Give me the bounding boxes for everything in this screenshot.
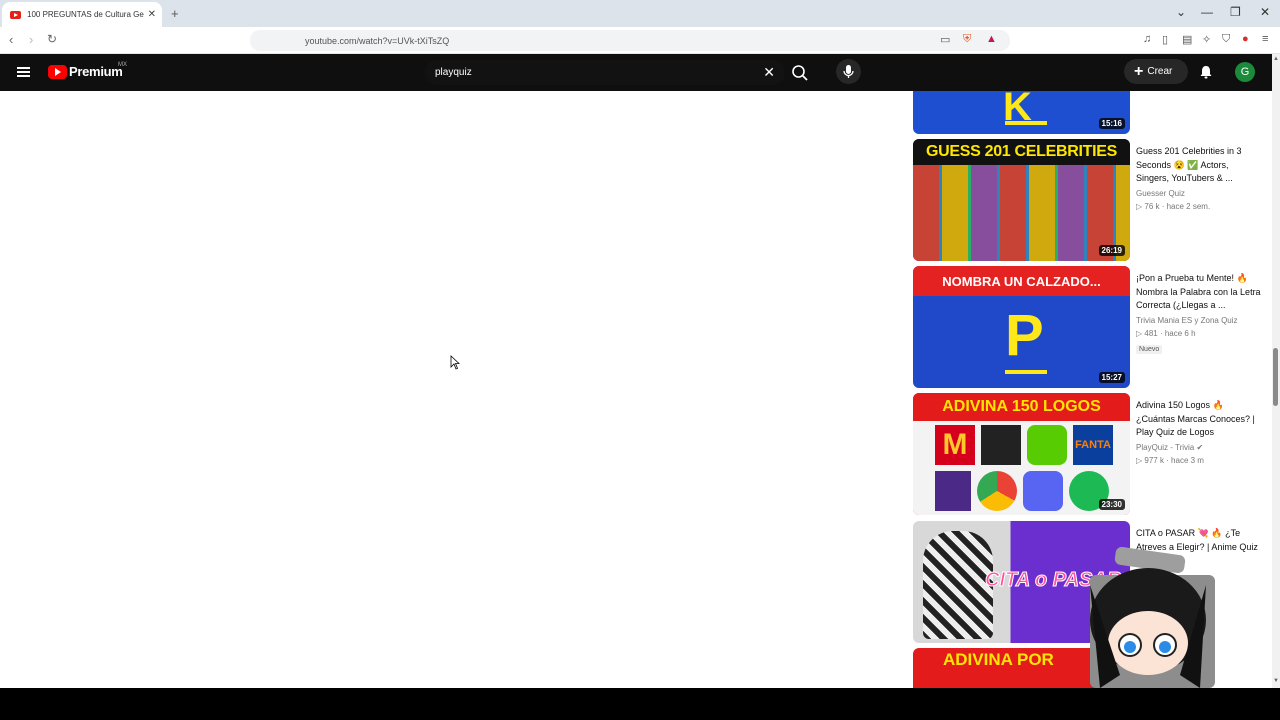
taskbar-strip bbox=[0, 688, 1280, 720]
forward-icon[interactable]: › bbox=[29, 32, 33, 47]
new-badge: Nuevo bbox=[1136, 344, 1163, 354]
new-tab-button[interactable]: + bbox=[171, 6, 179, 21]
video-title[interactable]: ¡Pon a Prueba tu Mente! 🔥 Nombra la Pala… bbox=[1136, 272, 1263, 313]
clear-search-icon[interactable]: ✕ bbox=[763, 64, 775, 81]
video-thumbnail[interactable]: GUESS 201 CELEBRITIES 26:19 bbox=[913, 139, 1130, 261]
browser-tab-bar: 100 PREGUNTAS de Cultura General ✕ + ⌄ —… bbox=[0, 0, 1280, 27]
back-icon[interactable]: ‹ bbox=[9, 32, 13, 47]
cast-icon[interactable]: ▭ bbox=[940, 33, 950, 46]
browser-toolbar: ‹ › ↻ 🔖 youtube.com/watch?v=UVk-tXiTsZQ … bbox=[0, 27, 1280, 54]
duolingo-logo-icon bbox=[1027, 425, 1067, 465]
search-input[interactable]: playquiz ✕ bbox=[425, 60, 785, 85]
chrome-logo-icon bbox=[977, 471, 1017, 511]
video-duration: 26:19 bbox=[1098, 245, 1125, 256]
wallet-icon[interactable]: ▤ bbox=[1182, 33, 1192, 46]
related-video-card[interactable]: NOMBRA UN CALZADO... P 15:27 ¡Pon a Prue… bbox=[913, 266, 1263, 388]
scrollbar-thumb[interactable] bbox=[1273, 348, 1278, 406]
tab-search-icon[interactable]: ⌄ bbox=[1176, 5, 1186, 19]
video-stats: ▷ 977 k · hace 3 m bbox=[1136, 455, 1204, 465]
related-video-card[interactable]: K 15:16 bbox=[913, 91, 1263, 134]
browser-tab[interactable]: 100 PREGUNTAS de Cultura General ✕ bbox=[2, 2, 162, 27]
plus-icon: + bbox=[1134, 62, 1144, 80]
extensions-icon[interactable]: ✧ bbox=[1202, 33, 1211, 46]
mcdonalds-logo-icon: M bbox=[935, 425, 975, 465]
video-thumbnail[interactable]: NOMBRA UN CALZADO... P 15:27 bbox=[913, 266, 1130, 388]
microphone-icon bbox=[843, 65, 854, 78]
video-stats: ▷ 76 k · hace 2 sem. bbox=[1136, 201, 1211, 211]
profile-icon[interactable]: ● bbox=[1242, 33, 1249, 45]
search-value: playquiz bbox=[435, 67, 472, 78]
video-meta: ¡Pon a Prueba tu Mente! 🔥 Nombra la Pala… bbox=[1136, 272, 1263, 356]
video-title[interactable]: Adivina 150 Logos 🔥 ¿Cuántas Marcas Cono… bbox=[1136, 399, 1263, 440]
video-duration: 15:27 bbox=[1098, 372, 1125, 383]
reload-icon[interactable]: ↻ bbox=[47, 32, 57, 46]
video-duration: 15:16 bbox=[1098, 118, 1125, 129]
celebrity-faces-grid bbox=[913, 165, 1130, 261]
youtube-play-icon bbox=[48, 64, 67, 79]
vpn-icon[interactable]: ⛉ bbox=[1222, 33, 1230, 46]
mouse-cursor-icon bbox=[450, 355, 460, 370]
minimize-button[interactable]: — bbox=[1201, 5, 1213, 19]
main-content-area bbox=[0, 91, 900, 688]
video-title[interactable]: Guess 201 Celebrities in 3 Seconds 😵 ✅ A… bbox=[1136, 145, 1263, 186]
youtube-premium-logo[interactable]: Premium MX bbox=[48, 62, 127, 79]
maximize-button[interactable]: ❐ bbox=[1230, 5, 1241, 19]
streamer-avatar-overlay bbox=[1090, 546, 1215, 688]
tab-close-icon[interactable]: ✕ bbox=[148, 9, 156, 20]
rewards-icon[interactable]: ▲ bbox=[986, 33, 997, 45]
voice-search-button[interactable] bbox=[836, 59, 861, 84]
video-stats: ▷ 481 · hace 6 h bbox=[1136, 328, 1196, 338]
bts-logo-icon bbox=[935, 471, 971, 511]
scroll-up-arrow-icon[interactable]: ▲ bbox=[1273, 56, 1279, 62]
channel-name[interactable]: PlayQuiz - Trivia ✔ bbox=[1136, 443, 1263, 452]
address-bar[interactable]: youtube.com/watch?v=UVk-tXiTsZQ bbox=[250, 30, 1010, 51]
brave-shield-icon[interactable]: ⛨ bbox=[963, 33, 971, 46]
account-avatar[interactable]: G bbox=[1235, 62, 1255, 82]
video-thumbnail[interactable]: ADIVINA 150 LOGOS M FANTA 23:30 bbox=[913, 393, 1130, 515]
video-meta: Guess 201 Celebrities in 3 Seconds 😵 ✅ A… bbox=[1136, 145, 1263, 211]
create-button[interactable]: + Crear bbox=[1124, 59, 1188, 84]
close-window-button[interactable]: ✕ bbox=[1260, 5, 1270, 19]
url-text: youtube.com/watch?v=UVk-tXiTsZQ bbox=[305, 35, 450, 46]
youtube-header: Premium MX playquiz ✕ + Crear G bbox=[0, 54, 1272, 91]
notifications-bell-icon[interactable] bbox=[1198, 64, 1214, 80]
related-video-card[interactable]: GUESS 201 CELEBRITIES 26:19 Guess 201 Ce… bbox=[913, 139, 1263, 261]
sidebar-icon[interactable]: ▯ bbox=[1162, 33, 1168, 46]
video-duration: 23:30 bbox=[1098, 499, 1125, 510]
channel-name[interactable]: Guesser Quiz bbox=[1136, 189, 1263, 198]
scroll-down-arrow-icon[interactable]: ▼ bbox=[1273, 678, 1279, 684]
hamburger-menu-icon[interactable] bbox=[17, 67, 30, 77]
related-video-card[interactable]: ADIVINA 150 LOGOS M FANTA 23:30 Adivina … bbox=[913, 393, 1263, 515]
video-thumbnail[interactable]: K 15:16 bbox=[913, 91, 1130, 134]
youtube-favicon-icon bbox=[10, 10, 21, 19]
media-icon[interactable]: ♫ bbox=[1143, 33, 1151, 45]
video-meta: Adivina 150 Logos 🔥 ¿Cuántas Marcas Cono… bbox=[1136, 399, 1263, 465]
trophy-logo-icon bbox=[981, 425, 1021, 465]
channel-name[interactable]: Trivia Mania ES y Zona Quiz bbox=[1136, 316, 1263, 325]
menu-icon[interactable]: ≡ bbox=[1262, 33, 1268, 45]
discord-logo-icon bbox=[1023, 471, 1063, 511]
search-icon[interactable] bbox=[791, 64, 809, 82]
fanta-logo-icon: FANTA bbox=[1073, 425, 1113, 465]
anime-character-image bbox=[923, 531, 993, 639]
tab-title: 100 PREGUNTAS de Cultura General bbox=[27, 10, 144, 19]
